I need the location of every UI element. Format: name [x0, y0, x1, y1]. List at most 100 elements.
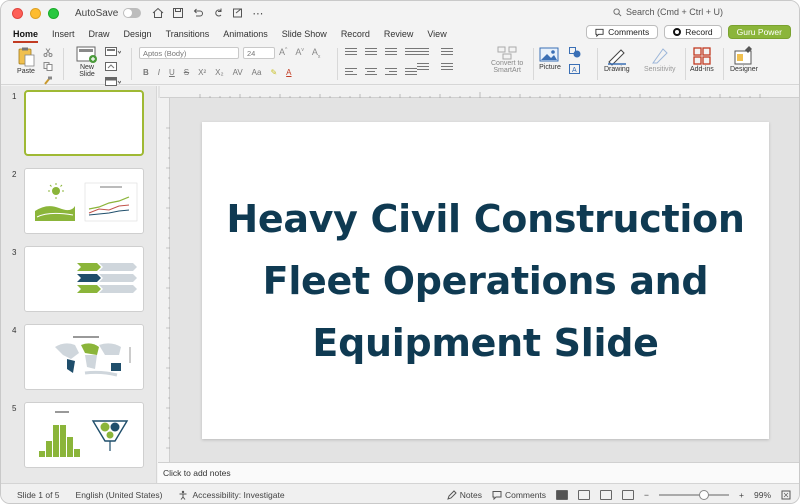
- format-brush-icon[interactable]: [43, 76, 53, 85]
- font-format-row: B I U S X² X₂ AV Aa ✎ A: [143, 68, 292, 77]
- notes-placeholder: Click to add notes: [163, 468, 231, 478]
- numbering-icon[interactable]: [365, 48, 377, 55]
- slide-thumbnail-2[interactable]: [24, 168, 144, 234]
- line-spacing-icon[interactable]: [417, 63, 429, 70]
- increase-font-icon[interactable]: A^: [279, 47, 287, 60]
- font-size-dropdown[interactable]: 24: [243, 47, 275, 59]
- notes-toggle[interactable]: Notes: [446, 490, 482, 500]
- underline-icon[interactable]: U: [169, 68, 175, 77]
- quick-access-toolbar: ⋯: [151, 7, 264, 20]
- normal-view-button[interactable]: [556, 490, 569, 500]
- shapes-icon[interactable]: [569, 47, 585, 58]
- tab-view[interactable]: View: [427, 27, 446, 41]
- guru-power-label: Guru Power: [736, 27, 782, 37]
- tab-design[interactable]: Design: [124, 27, 152, 41]
- text-box-icon[interactable]: A: [569, 64, 581, 75]
- zoom-out-button[interactable]: −: [644, 490, 649, 500]
- notes-pane[interactable]: Click to add notes: [158, 462, 799, 483]
- current-slide[interactable]: Heavy Civil Construction Fleet Operation…: [202, 122, 769, 439]
- layout-icon[interactable]: [105, 47, 121, 57]
- align-center-icon[interactable]: [365, 68, 377, 75]
- decrease-indent-icon[interactable]: [385, 48, 397, 55]
- save-icon[interactable]: [171, 7, 184, 20]
- slide-show-button[interactable]: [622, 490, 635, 500]
- reset-slide-icon[interactable]: [105, 62, 121, 72]
- zoom-slider[interactable]: [659, 490, 730, 500]
- tab-draw[interactable]: Draw: [89, 27, 110, 41]
- superscript-icon[interactable]: X²: [198, 68, 206, 77]
- slide-thumbnail-4[interactable]: [24, 324, 144, 390]
- align-left-icon[interactable]: [345, 68, 357, 75]
- add-ins-button[interactable]: Add-ins: [690, 46, 714, 73]
- reading-view-button[interactable]: [600, 490, 613, 500]
- font-color-icon[interactable]: A: [286, 68, 291, 77]
- bold-icon[interactable]: B: [143, 68, 149, 77]
- home-icon[interactable]: [151, 7, 164, 20]
- subscript-icon[interactable]: X₂: [215, 68, 223, 77]
- align-text-icon[interactable]: [441, 48, 453, 55]
- slide-thumbnail-5[interactable]: [24, 402, 144, 468]
- zoom-level[interactable]: 99%: [754, 490, 771, 500]
- accessibility-status[interactable]: Accessibility: Investigate: [178, 489, 285, 500]
- change-case-icon[interactable]: Aa: [252, 68, 262, 77]
- clear-format-icon[interactable]: Ax: [312, 47, 321, 60]
- copy-icon[interactable]: [43, 62, 53, 71]
- new-slide-button[interactable]: New Slide: [76, 46, 98, 78]
- autosave-toggle[interactable]: [123, 8, 142, 18]
- slide-thumbnail-3[interactable]: [24, 246, 144, 312]
- comments-button[interactable]: Comments: [586, 25, 659, 39]
- slide-thumbnails-panel[interactable]: 1 2 3 4 5: [1, 86, 157, 484]
- designer-button[interactable]: Designer: [730, 46, 758, 73]
- slide-thumbnail-1[interactable]: [24, 90, 144, 156]
- character-spacing-icon[interactable]: AV: [233, 68, 243, 77]
- drawing-button[interactable]: Drawing: [604, 46, 630, 73]
- comments-toggle[interactable]: Comments: [492, 490, 546, 500]
- thumbnail-4-art: [55, 336, 131, 377]
- tab-home[interactable]: Home: [13, 27, 39, 43]
- guru-power-button[interactable]: Guru Power: [727, 25, 791, 39]
- convert-smartart-button[interactable]: Convert to SmartArt: [491, 46, 523, 74]
- italic-icon[interactable]: I: [158, 68, 160, 77]
- justify-icon[interactable]: [405, 68, 417, 75]
- zoom-in-button[interactable]: +: [739, 490, 744, 500]
- tab-slide-show[interactable]: Slide Show: [282, 27, 327, 41]
- tab-review[interactable]: Review: [384, 27, 414, 41]
- strikethrough-icon[interactable]: S: [184, 68, 189, 77]
- shape-buttons: A: [569, 47, 585, 75]
- tab-animations[interactable]: Animations: [223, 27, 268, 41]
- align-right-icon[interactable]: [385, 68, 397, 75]
- slide-sorter-button[interactable]: [578, 490, 591, 500]
- slide-number: 1: [12, 92, 17, 101]
- cut-icon[interactable]: [43, 48, 53, 57]
- format-painter-icon[interactable]: [231, 7, 244, 20]
- window-controls: [12, 7, 59, 19]
- tab-record[interactable]: Record: [341, 27, 370, 41]
- language-status[interactable]: English (United States): [76, 490, 163, 500]
- undo-icon[interactable]: [191, 7, 204, 20]
- text-direction-icon[interactable]: [417, 48, 429, 55]
- sensitivity-icon: [651, 48, 668, 64]
- search-box[interactable]: Search (Cmd + Ctrl + U): [613, 7, 723, 17]
- redo-icon[interactable]: [211, 7, 224, 20]
- notes-label: Notes: [459, 490, 482, 500]
- decrease-font-icon[interactable]: Av: [295, 47, 304, 60]
- highlight-icon[interactable]: ✎: [270, 68, 277, 77]
- slide-title[interactable]: Heavy Civil Construction Fleet Operation…: [226, 188, 746, 374]
- record-button[interactable]: Record: [664, 25, 722, 39]
- columns-icon[interactable]: [441, 63, 453, 70]
- ribbon-separator: [685, 48, 686, 80]
- tab-transitions[interactable]: Transitions: [166, 27, 210, 41]
- minimize-window-button[interactable]: [30, 7, 41, 19]
- close-window-button[interactable]: [12, 7, 23, 19]
- font-name-dropdown[interactable]: Aptos (Body): [139, 47, 239, 59]
- tab-insert[interactable]: Insert: [52, 27, 75, 41]
- fit-to-window-icon[interactable]: [781, 490, 791, 500]
- zoom-window-button[interactable]: [48, 7, 59, 19]
- sensitivity-button[interactable]: Sensitivity: [644, 46, 676, 73]
- bullets-icon[interactable]: [345, 48, 357, 55]
- paste-group[interactable]: Paste: [15, 46, 37, 75]
- accessibility-label: Accessibility: Investigate: [192, 489, 285, 500]
- more-icon[interactable]: ⋯: [251, 7, 264, 20]
- picture-button[interactable]: Picture: [539, 46, 561, 71]
- increase-indent-icon[interactable]: [405, 48, 417, 55]
